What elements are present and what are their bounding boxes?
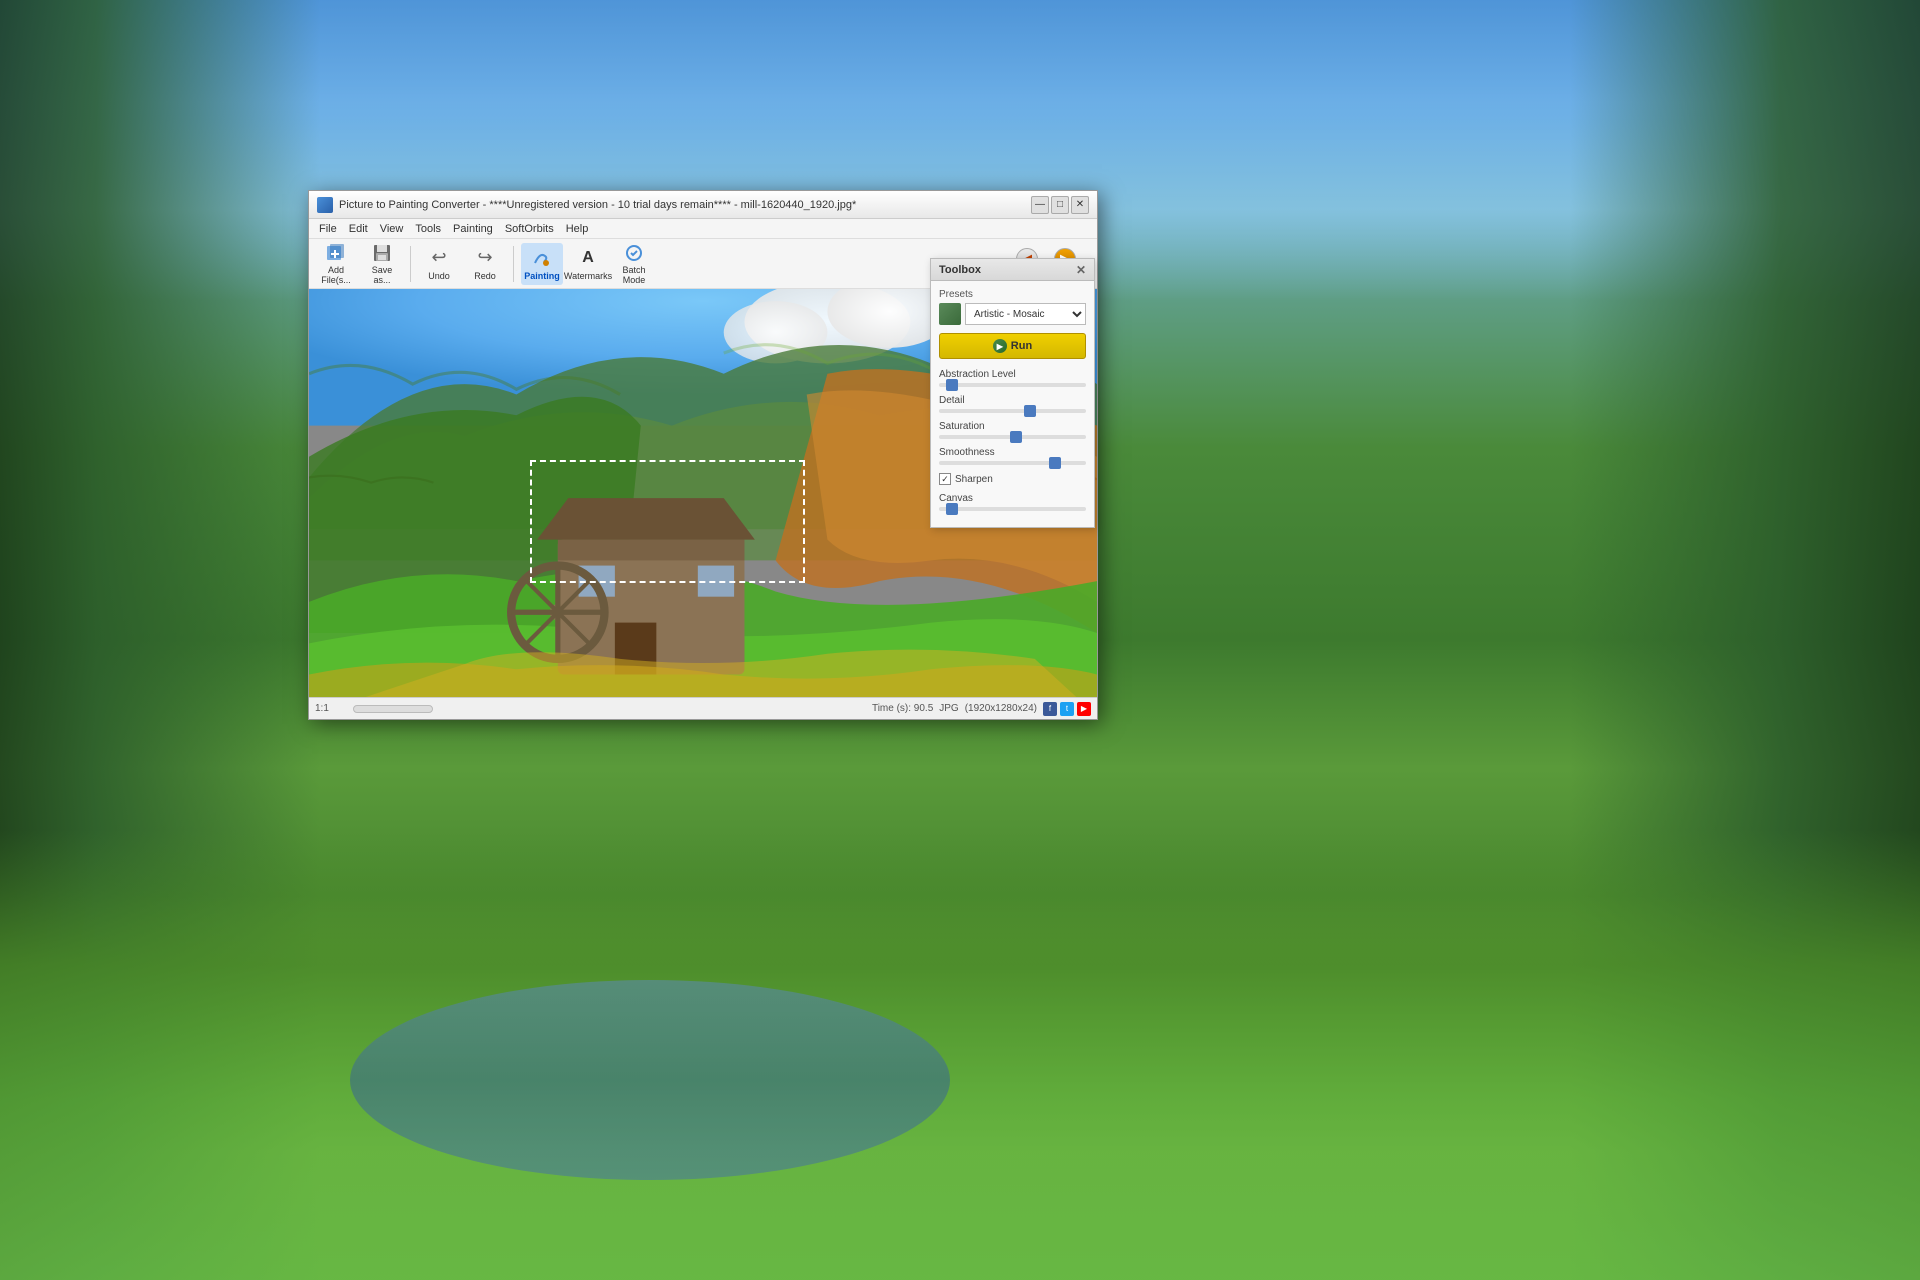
dimensions-label: (1920x1280x24) — [965, 703, 1037, 714]
canvas-thumb[interactable] — [946, 503, 958, 515]
title-bar-left: Picture to Painting Converter - ****Unre… — [317, 197, 856, 213]
run-icon: ▶ — [993, 339, 1007, 353]
canvas-label: Canvas — [939, 493, 1086, 504]
undo-label: Undo — [428, 271, 450, 281]
close-button[interactable]: ✕ — [1071, 196, 1089, 214]
saturation-track — [939, 435, 1086, 439]
smoothness-label: Smoothness — [939, 447, 1086, 458]
smoothness-thumb[interactable] — [1049, 457, 1061, 469]
preset-row: Artistic - Mosaic Watercolor Oil Paint S… — [939, 303, 1086, 325]
abstraction-track — [939, 383, 1086, 387]
detail-track — [939, 409, 1086, 413]
undo-button[interactable]: ↩ Undo — [418, 243, 460, 285]
menu-bar: File Edit View Tools Painting SoftOrbits… — [309, 219, 1097, 239]
watermarks-label: Watermarks — [564, 271, 612, 281]
canvas-slider-row: Canvas — [939, 493, 1086, 511]
zoom-level: 1:1 — [315, 703, 345, 714]
abstraction-thumb[interactable] — [946, 379, 958, 391]
preset-icon — [939, 303, 961, 325]
facebook-share-icon[interactable]: f — [1043, 702, 1057, 716]
redo-button[interactable]: ↪ Redo — [464, 243, 506, 285]
toolbar-separator-2 — [513, 246, 514, 282]
sharpen-label: Sharpen — [955, 474, 993, 485]
batch-mode-label: BatchMode — [622, 266, 645, 286]
abstraction-label: Abstraction Level — [939, 369, 1086, 380]
add-files-button[interactable]: AddFile(s... — [315, 240, 357, 288]
zoom-slider[interactable] — [353, 705, 433, 713]
bg-stream — [350, 980, 950, 1180]
add-files-icon — [325, 242, 347, 264]
save-icon — [371, 242, 393, 264]
toolbox-panel: Toolbox ✕ Presets Artistic - Mosaic Wate… — [930, 258, 1095, 528]
painting-label: Painting — [524, 271, 560, 281]
abstraction-slider-row: Abstraction Level — [939, 369, 1086, 387]
twitter-share-icon[interactable]: t — [1060, 702, 1074, 716]
watermarks-button[interactable]: A Watermarks — [567, 243, 609, 285]
run-button[interactable]: ▶ Run — [939, 333, 1086, 359]
watermarks-icon: A — [577, 247, 599, 269]
batch-mode-button[interactable]: BatchMode — [613, 240, 655, 288]
canvas-track — [939, 507, 1086, 511]
detail-thumb[interactable] — [1024, 405, 1036, 417]
undo-icon: ↩ — [428, 247, 450, 269]
saturation-thumb[interactable] — [1010, 431, 1022, 443]
menu-tools[interactable]: Tools — [409, 221, 447, 237]
menu-painting[interactable]: Painting — [447, 221, 499, 237]
toolbox-close-button[interactable]: ✕ — [1076, 263, 1086, 277]
painting-button[interactable]: Painting — [521, 243, 563, 285]
menu-view[interactable]: View — [374, 221, 410, 237]
run-label: Run — [1011, 340, 1032, 352]
presets-label: Presets — [939, 289, 1086, 300]
save-as-label: Saveas... — [372, 266, 393, 286]
maximize-button[interactable]: □ — [1051, 196, 1069, 214]
youtube-share-icon[interactable]: ▶ — [1077, 702, 1091, 716]
painting-icon — [531, 247, 553, 269]
share-icons: f t ▶ — [1043, 702, 1091, 716]
toolbox-body: Presets Artistic - Mosaic Watercolor Oil… — [931, 281, 1094, 527]
status-right: Time (s): 90.5 JPG (1920x1280x24) f t ▶ — [872, 702, 1091, 716]
toolbox-title: Toolbox — [939, 264, 981, 276]
window-title: Picture to Painting Converter - ****Unre… — [339, 199, 856, 211]
batch-icon — [623, 242, 645, 264]
add-files-label: AddFile(s... — [321, 266, 351, 286]
sharpen-row[interactable]: ✓ Sharpen — [939, 473, 1086, 485]
minimize-button[interactable]: — — [1031, 196, 1049, 214]
bg-grass — [0, 830, 1920, 1280]
preset-select[interactable]: Artistic - Mosaic Watercolor Oil Paint S… — [965, 303, 1086, 325]
smoothness-track — [939, 461, 1086, 465]
menu-softorbits[interactable]: SoftOrbits — [499, 221, 560, 237]
app-icon — [317, 197, 333, 213]
redo-icon: ↪ — [474, 247, 496, 269]
sharpen-checkbox[interactable]: ✓ — [939, 473, 951, 485]
status-bar: 1:1 Time (s): 90.5 JPG (1920x1280x24) f … — [309, 697, 1097, 719]
detail-slider-row: Detail — [939, 395, 1086, 413]
menu-help[interactable]: Help — [560, 221, 595, 237]
menu-file[interactable]: File — [313, 221, 343, 237]
toolbox-header: Toolbox ✕ — [931, 259, 1094, 281]
save-as-button[interactable]: Saveas... — [361, 240, 403, 288]
format-label: JPG — [939, 703, 958, 714]
toolbar-separator-1 — [410, 246, 411, 282]
redo-label: Redo — [474, 271, 496, 281]
title-bar-controls: — □ ✕ — [1031, 196, 1089, 214]
menu-edit[interactable]: Edit — [343, 221, 374, 237]
title-bar: Picture to Painting Converter - ****Unre… — [309, 191, 1097, 219]
detail-label: Detail — [939, 395, 1086, 406]
smoothness-slider-row: Smoothness — [939, 447, 1086, 465]
time-label: Time (s): 90.5 — [872, 703, 933, 714]
saturation-slider-row: Saturation — [939, 421, 1086, 439]
